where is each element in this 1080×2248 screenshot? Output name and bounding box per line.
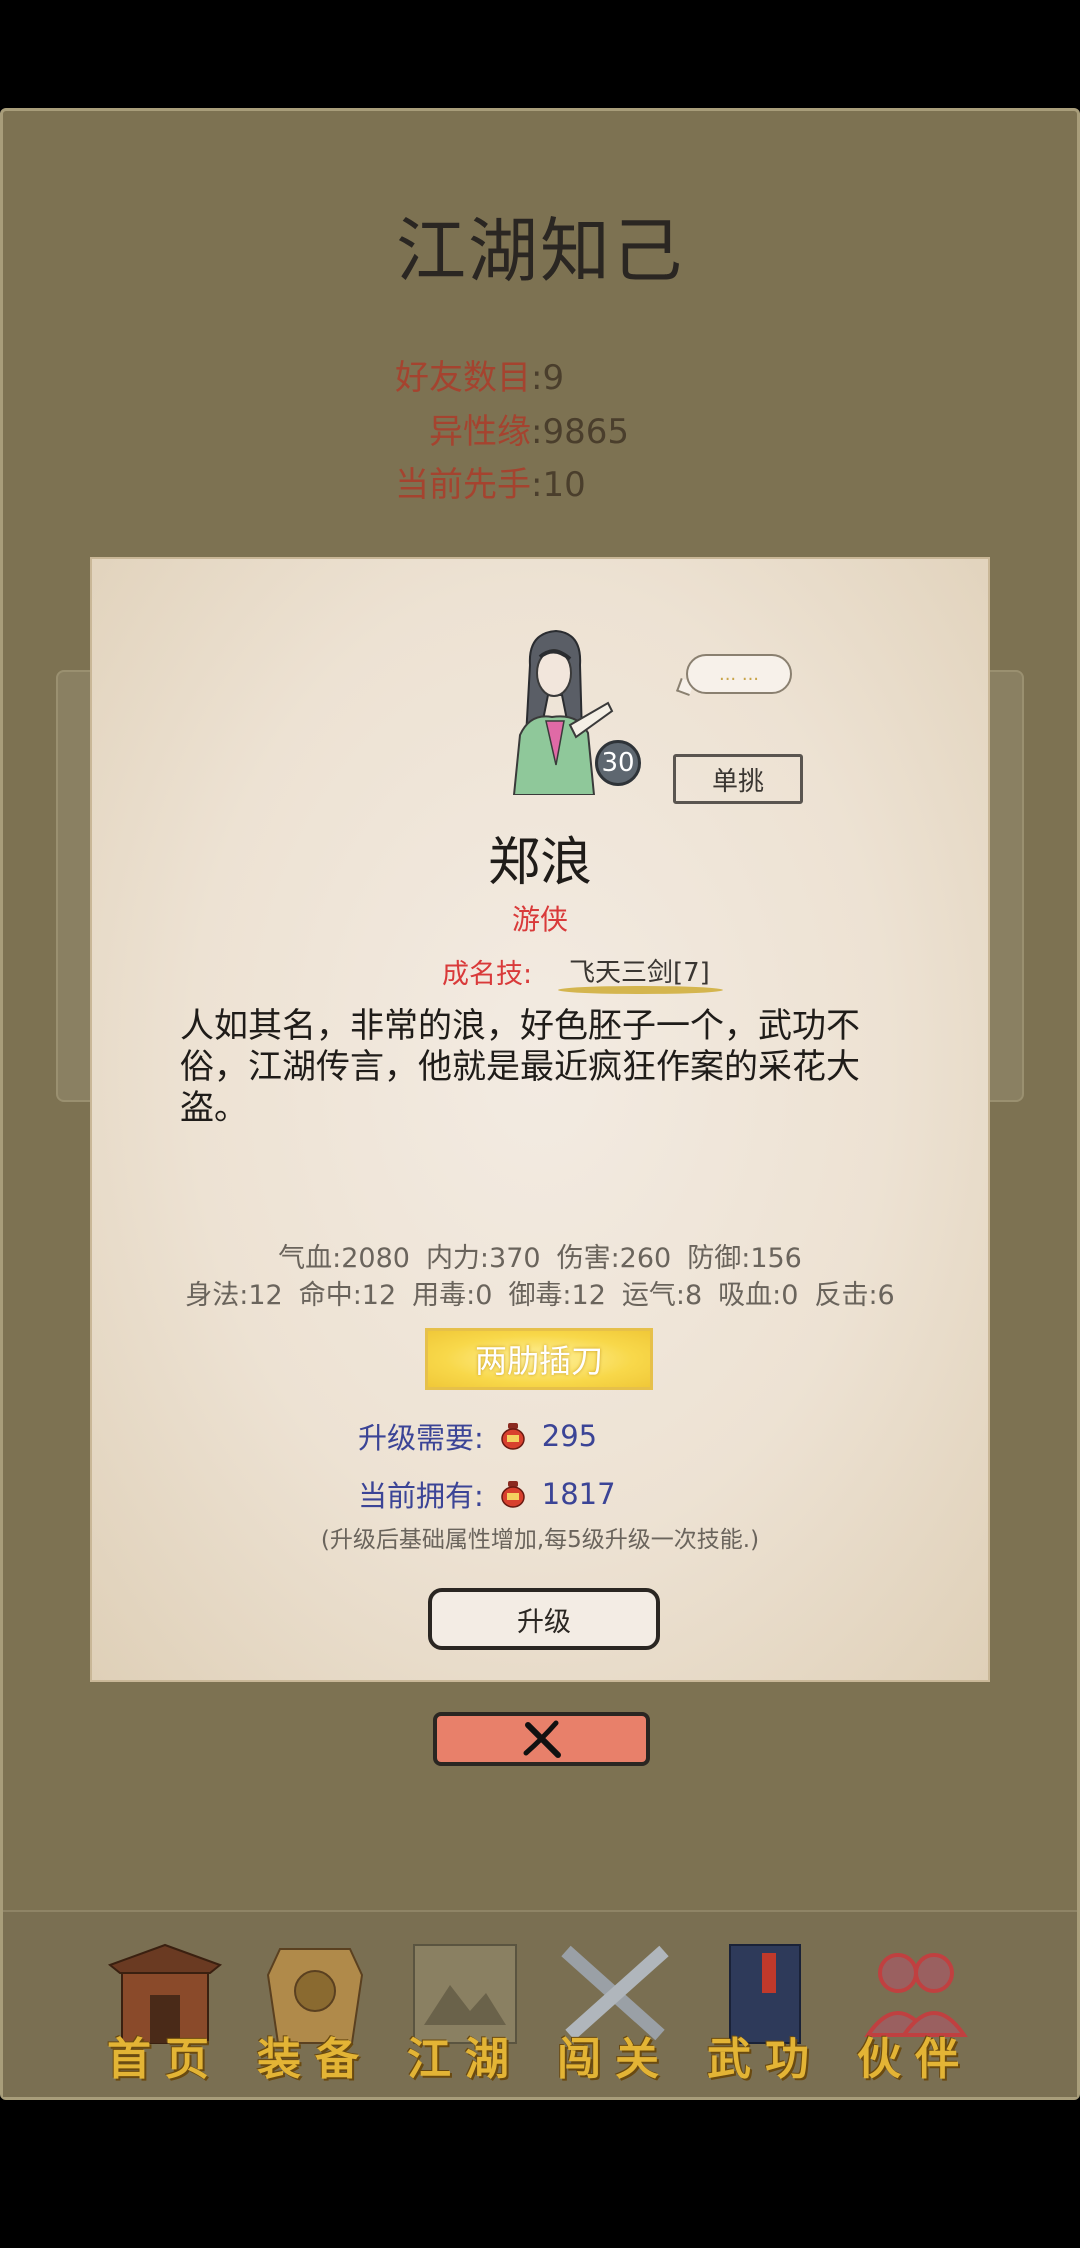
character-class: 游侠 <box>511 903 568 936</box>
owned-row: 当前拥有: 1817 <box>358 1473 616 1515</box>
owned-value: 1817 <box>541 1477 616 1511</box>
nav-martial-arts-label: 武功 <box>707 2034 823 2085</box>
wine-jar-icon <box>501 1481 525 1508</box>
nav-jianghu[interactable]: 江湖 <box>400 1935 530 2085</box>
nav-partners[interactable]: 伙伴 <box>850 1935 980 2085</box>
nav-martial-arts[interactable]: 武功 <box>700 1935 830 2085</box>
initiative-count: 当前先手:10 <box>395 465 586 505</box>
nav-partners-label: 伙伴 <box>857 2034 973 2085</box>
page-title: 江湖知己 <box>396 210 684 292</box>
character-name: 郑浪 <box>487 833 592 893</box>
attr-mana: 内力:370 <box>425 1243 541 1274</box>
status-bar-area <box>0 0 1080 108</box>
attr-lifesteal: 吸血:0 <box>718 1280 799 1311</box>
character-description: 人如其名，非常的浪，好色胚子一个，武功不俗，江湖传言，他就是最近疯狂作案的采花大… <box>180 1006 860 1128</box>
friends-count-value: 9 <box>542 358 565 398</box>
attr-luck: 运气:8 <box>621 1280 703 1311</box>
duel-button[interactable]: 单挑 <box>673 754 803 804</box>
close-icon <box>523 1720 561 1758</box>
nav-challenge-label: 闯关 <box>557 2034 673 2085</box>
bottom-black-area <box>0 2100 1080 2248</box>
friends-count: 好友数目:9 <box>395 358 565 398</box>
attr-agility: 身法:12 <box>185 1280 283 1311</box>
speech-bubble: ... ... <box>686 654 792 694</box>
affinity-label: 异性缘 <box>429 412 531 452</box>
attr-defense: 防御:156 <box>687 1243 802 1274</box>
signature-skill-name[interactable]: 飞天三剑[7] <box>569 952 710 989</box>
nav-challenge[interactable]: 闯关 <box>550 1935 680 2085</box>
nav-equipment-label: 装备 <box>257 2034 373 2085</box>
ability-button[interactable]: 两肋插刀 <box>425 1328 653 1390</box>
affinity-count: 异性缘:9865 <box>429 412 629 452</box>
nav-home-label: 首页 <box>107 2034 223 2085</box>
friends-count-label: 好友数目 <box>395 358 531 398</box>
attr-poison-resist: 御毒:12 <box>508 1280 606 1311</box>
level-badge: 30 <box>595 740 641 786</box>
attr-accuracy: 命中:12 <box>298 1280 397 1311</box>
upgrade-button[interactable]: 升级 <box>428 1588 660 1650</box>
initiative-label: 当前先手 <box>395 465 531 505</box>
attr-hp: 气血:2080 <box>278 1243 410 1274</box>
wine-jar-icon <box>501 1423 525 1450</box>
attr-counter: 反击:6 <box>814 1280 895 1311</box>
upgrade-cost-value: 295 <box>541 1419 598 1453</box>
attributes-row-2: 身法:12 命中:12 用毒:0 御毒:12 运气:8 吸血:0 反击:6 <box>0 1273 1080 1312</box>
close-button[interactable] <box>433 1712 650 1766</box>
attr-poison: 用毒:0 <box>412 1280 493 1311</box>
upgrade-cost-row: 升级需要: 295 <box>358 1415 597 1457</box>
affinity-value: 9865 <box>542 412 629 452</box>
upgrade-cost-label: 升级需要: <box>358 1421 484 1455</box>
signature-skill-label: 成名技: <box>442 959 533 990</box>
upgrade-note: (升级后基础属性增加,每5级升级一次技能.) <box>320 1527 760 1553</box>
nav-jianghu-label: 江湖 <box>407 2034 523 2085</box>
attributes-row-1: 气血:2080 内力:370 伤害:260 防御:156 <box>0 1236 1080 1275</box>
attr-damage: 伤害:260 <box>556 1243 672 1274</box>
nav-home[interactable]: 首页 <box>100 1935 230 2085</box>
nav-equipment[interactable]: 装备 <box>250 1935 380 2085</box>
owned-label: 当前拥有: <box>358 1479 484 1513</box>
initiative-value: 10 <box>542 465 586 505</box>
